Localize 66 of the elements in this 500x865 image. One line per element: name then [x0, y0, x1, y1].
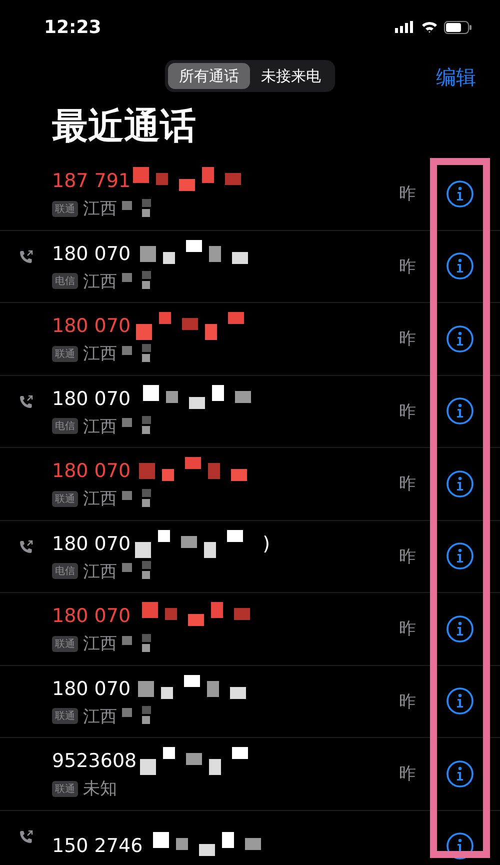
call-time: 昨	[399, 256, 417, 278]
call-time: 昨	[399, 763, 417, 786]
number-suffix: )	[262, 532, 270, 555]
info-icon[interactable]	[446, 252, 474, 280]
info-icon[interactable]	[446, 687, 474, 716]
status-time: 12:23	[44, 16, 102, 38]
call-time: 昨	[399, 328, 417, 350]
call-row[interactable]: 180 070 电信 江西 昨	[0, 376, 500, 448]
page-title: 最近通话	[52, 105, 197, 149]
location-label: 江西	[83, 633, 117, 656]
call-time: 昨	[399, 618, 417, 640]
battery-icon	[444, 20, 472, 34]
location-label: 江西	[83, 343, 117, 366]
carrier-tag: 电信	[52, 563, 78, 580]
call-row[interactable]: 180 070 ) 电信 江西 昨	[0, 520, 500, 593]
phone-number: 187 791	[52, 170, 131, 192]
call-row[interactable]: 180 070 联通 江西 昨	[0, 593, 500, 666]
carrier-tag: 电信	[52, 418, 78, 434]
call-row[interactable]: 180 070 联通 江西 昨	[0, 448, 500, 520]
phone-number: 180 070	[52, 388, 131, 410]
call-time: 昨	[399, 473, 417, 496]
info-icon[interactable]	[446, 180, 474, 208]
call-row[interactable]: 187 791 联通 江西 昨	[0, 158, 500, 230]
location-label: 江西	[83, 416, 117, 438]
carrier-tag: 联通	[52, 780, 78, 797]
phone-number: 9523608	[52, 750, 137, 772]
call-row[interactable]: 150 2746	[0, 810, 500, 865]
filter-tab[interactable]: 未接来电	[250, 63, 332, 89]
carrier-tag: 联通	[52, 200, 78, 217]
signal-icon	[395, 21, 415, 33]
phone-number: 180 070	[52, 315, 131, 338]
location-label: 江西	[83, 560, 117, 583]
wifi-icon	[421, 21, 438, 33]
phone-number: 180 070	[52, 242, 131, 265]
call-row[interactable]: 9523608 联通 未知 昨	[0, 738, 500, 810]
carrier-tag: 联通	[52, 490, 78, 507]
info-icon[interactable]	[446, 470, 474, 498]
location-label: 江西	[83, 706, 117, 728]
phone-number: 150 2746	[52, 835, 143, 858]
info-icon[interactable]	[446, 397, 474, 426]
filter-tab[interactable]: 所有通话	[168, 63, 250, 89]
location-label: 江西	[83, 198, 117, 220]
info-icon[interactable]	[446, 832, 474, 860]
phone-number: 180 070	[52, 460, 131, 482]
call-row[interactable]: 180 070 联通 江西 昨	[0, 303, 500, 376]
location-label: 江西	[83, 488, 117, 510]
carrier-tag: 联通	[52, 708, 78, 724]
phone-number: 180 070	[52, 678, 131, 700]
call-time: 昨	[399, 690, 417, 713]
carrier-tag: 联通	[52, 346, 78, 362]
info-icon[interactable]	[446, 542, 474, 570]
call-time: 昨	[399, 183, 417, 206]
phone-number: 180 070	[52, 532, 131, 555]
location-label: 江西	[83, 270, 117, 293]
phone-number: 180 070	[52, 605, 131, 628]
call-row[interactable]: 180 070 电信 江西 昨	[0, 230, 500, 303]
location-label: 未知	[83, 778, 117, 800]
carrier-tag: 联通	[52, 636, 78, 652]
info-icon[interactable]	[446, 614, 474, 643]
edit-button[interactable]: 编辑	[436, 64, 476, 91]
info-icon[interactable]	[446, 760, 474, 788]
info-icon[interactable]	[446, 324, 474, 353]
call-row[interactable]: 180 070 联通 江西 昨	[0, 666, 500, 738]
carrier-tag: 电信	[52, 273, 78, 290]
call-time: 昨	[399, 400, 417, 423]
call-time: 昨	[399, 546, 417, 568]
